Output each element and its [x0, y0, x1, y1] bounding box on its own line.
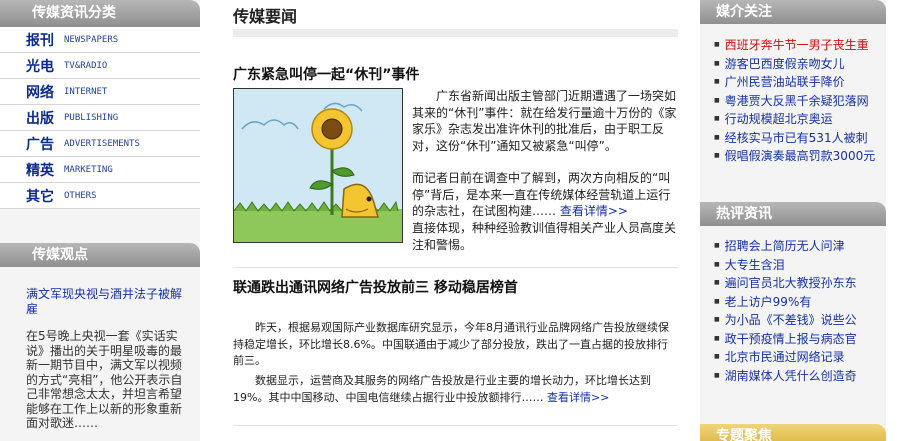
article2-more-link[interactable]: 查看详情>> — [547, 391, 609, 404]
list-item[interactable]: 大专生含泪 — [714, 256, 886, 275]
category-newspapers[interactable]: 报刊 NEWSPAPERS — [0, 27, 200, 53]
category-cn[interactable]: 网络 — [26, 82, 64, 102]
list-item[interactable]: 假唱假演奏最高罚款3000元 — [714, 147, 886, 166]
list-item[interactable]: 政干预疫情上报与病态官 — [714, 330, 886, 349]
article2-paragraph1: 昨天，根据易观国际产业数据库研究显示，今年8月通讯行业品牌网络广告投放继续保持稳… — [233, 321, 669, 367]
section-title-bar — [233, 29, 678, 37]
category-marketing[interactable]: 精英 MARKETING — [0, 157, 200, 183]
article1-cartoon-image[interactable] — [233, 88, 403, 243]
category-en[interactable]: PUBLISHING — [64, 113, 118, 123]
article1-paragraph1: 广东省新闻出版主管部门近期遭遇了一场突如其来的“休刊”事件：就在给发行量逾十万份… — [412, 89, 677, 153]
category-en[interactable]: ADVERTISEMENTS — [64, 139, 140, 149]
list-item[interactable]: 遍问官员北大教授孙东东 — [714, 274, 886, 293]
list-item[interactable]: 广州民营油站联手降价 — [714, 73, 886, 92]
article1-title-link[interactable]: 广东紧急叫停一起“休刊”事件 — [233, 64, 419, 84]
sunflower-cartoon-icon — [234, 89, 402, 242]
article-divider — [233, 425, 678, 426]
article1-more-link[interactable]: 查看详情>> — [560, 204, 628, 218]
hot-comments-header: 热评资讯 — [700, 202, 886, 226]
media-focus-list: 西班牙奔牛节一男子丧生重 游客巴西度假亲吻女儿 广州民营油站联手降价 粤港贾大反… — [714, 36, 886, 166]
list-item[interactable]: 西班牙奔牛节一男子丧生重 — [714, 36, 886, 55]
category-internet[interactable]: 网络 INTERNET — [0, 79, 200, 105]
list-item[interactable]: 经核实马市已有531人被刺 — [714, 129, 886, 148]
category-others[interactable]: 其它 OTHERS — [0, 183, 200, 209]
list-item[interactable]: 老上访户99%有 — [714, 293, 886, 312]
category-advertisements[interactable]: 广告 ADVERTISEMENTS — [0, 131, 200, 157]
category-en[interactable]: OTHERS — [64, 191, 97, 201]
views-header: 传媒观点 — [0, 243, 200, 267]
category-en[interactable]: TV&RADIO — [64, 61, 107, 71]
list-item[interactable]: 北京市民通过网络记录 — [714, 348, 886, 367]
category-tv-radio[interactable]: 光电 TV&RADIO — [0, 53, 200, 79]
article1-paragraph2: 而记者日前在调查中了解到，两次方向相反的“叫停”背后，是本来一直在传统媒体经营轨… — [412, 170, 678, 220]
left-sidebar: 传媒资讯分类 报刊 NEWSPAPERS 光电 TV&RADIO 网络 INTERNE… — [0, 0, 200, 441]
category-list: 报刊 NEWSPAPERS 光电 TV&RADIO 网络 INTERNET 出版 PUB… — [0, 27, 200, 209]
article1-paragraph2-text: 而记者日前在调查中了解到，两次方向相反的“叫停”背后，是本来一直在传统媒体经营轨… — [412, 171, 671, 218]
category-en[interactable]: NEWSPAPERS — [64, 35, 118, 45]
category-cn[interactable]: 出版 — [26, 108, 64, 128]
section-title: 传媒要闻 — [233, 7, 298, 26]
special-topics-header: 专题聚焦 — [700, 424, 886, 441]
category-cn[interactable]: 广告 — [26, 134, 64, 154]
main-content: 传媒要闻 广东紧急叫停一起“休刊”事件 广东省新闻出版主管部门近期遭遇了一场突如… — [233, 0, 678, 441]
list-item[interactable]: 为小品《不差钱》说些公 — [714, 311, 886, 330]
list-item[interactable]: 行动规模超北京奥运 — [714, 110, 886, 129]
article2-paragraph2: 数据显示，运营商及其服务的网络广告投放是行业主要的增长动力，环比增长达到19%。… — [233, 373, 673, 406]
article-divider — [233, 267, 678, 268]
category-en[interactable]: INTERNET — [64, 87, 107, 97]
media-focus-header: 媒介关注 — [700, 0, 886, 24]
category-cn[interactable]: 报刊 — [26, 30, 64, 50]
categories-header: 传媒资讯分类 — [0, 0, 200, 27]
views-headline-link[interactable]: 满文军现央视与酒井法子被解雇 — [26, 287, 186, 317]
list-item[interactable]: 湖南媒体人凭什么创造奇 — [714, 367, 886, 386]
article1-paragraph3: 直接体现，种种经验教训值得相关产业人员高度关注和警惕。 — [412, 221, 677, 252]
article2-title-link[interactable]: 联通跌出通讯网络广告投放前三 移动稳居榜首 — [233, 277, 518, 297]
list-item[interactable]: 粤港贾大反黑千余疑犯落网 — [714, 92, 886, 111]
category-cn[interactable]: 光电 — [26, 56, 64, 76]
list-item[interactable]: 招聘会上简历无人问津 — [714, 237, 886, 256]
category-cn[interactable]: 精英 — [26, 160, 64, 180]
category-en[interactable]: MARKETING — [64, 165, 113, 175]
category-cn[interactable]: 其它 — [26, 186, 64, 206]
right-sidebar: 媒介关注 西班牙奔牛节一男子丧生重 游客巴西度假亲吻女儿 广州民营油站联手降价 … — [700, 0, 886, 441]
category-publishing[interactable]: 出版 PUBLISHING — [0, 105, 200, 131]
hot-comments-list: 招聘会上简历无人问津 大专生含泪 遍问官员北大教授孙东东 老上访户99%有 为小… — [714, 237, 886, 385]
views-summary: 在5号晚上央视一套《实话实说》播出的关于明星吸毒的最新一期节目中，满文军以视频的… — [26, 329, 183, 430]
list-item[interactable]: 游客巴西度假亲吻女儿 — [714, 55, 886, 74]
